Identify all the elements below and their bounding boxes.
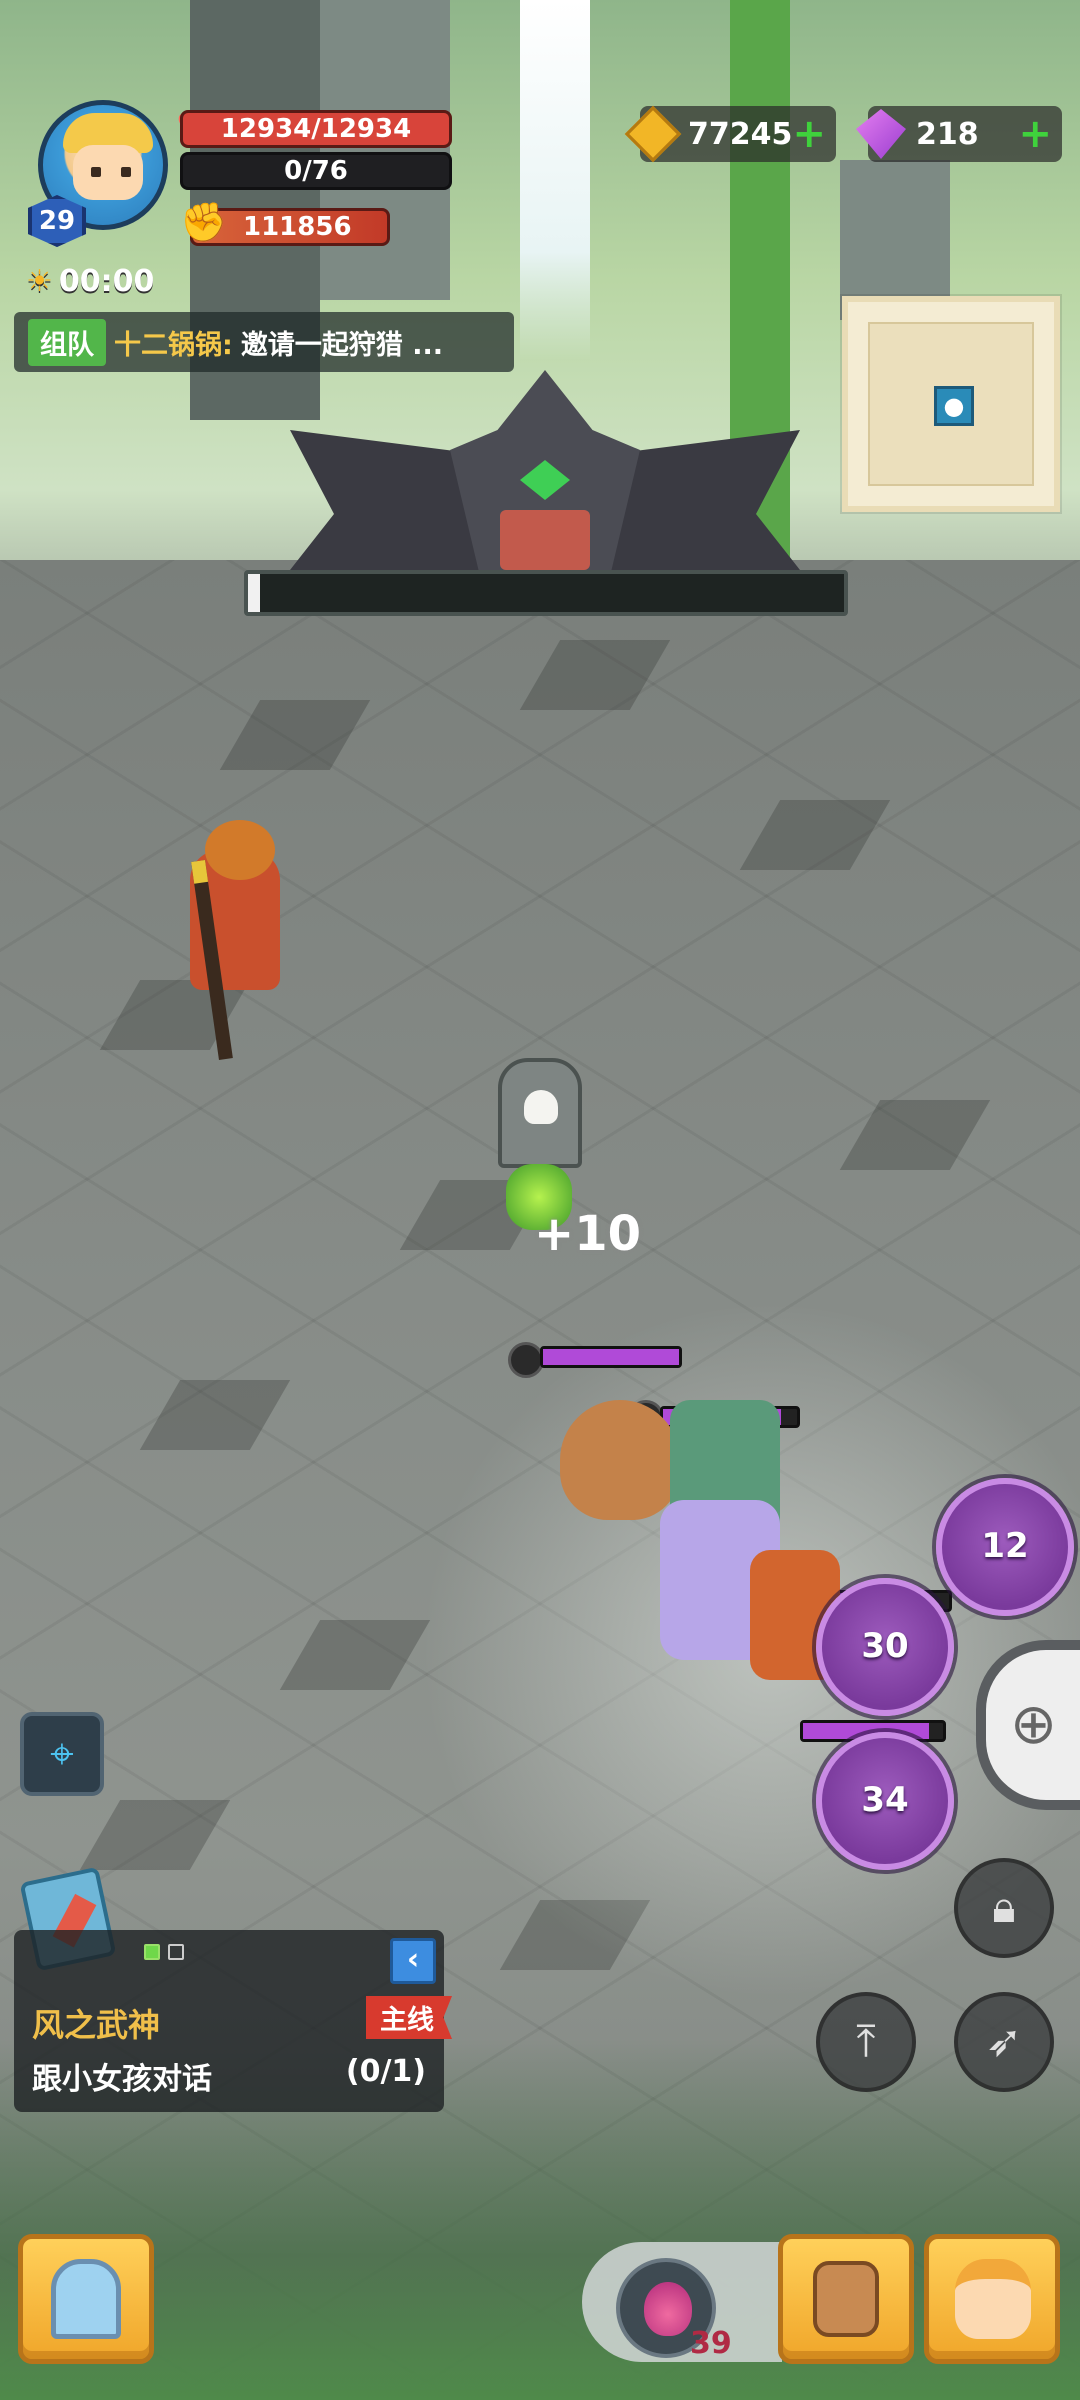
boss-health-fill	[248, 574, 260, 612]
gamepad-icon[interactable]: ⊕	[976, 1640, 1080, 1810]
fist-icon: ✊	[180, 200, 228, 244]
bow-icon[interactable]: ➶	[954, 1992, 1054, 2092]
collapse-quest-button[interactable]: ‹	[390, 1938, 436, 1984]
boss-health-bar	[244, 570, 848, 616]
quest-title: 风之武神	[32, 2006, 161, 2044]
potion-count: 39	[690, 2326, 732, 2361]
water-element-icon	[508, 1342, 544, 1378]
potion-flask-icon	[644, 2282, 692, 2336]
minimap[interactable]: ●	[842, 296, 1060, 512]
gem-amount: 218	[916, 116, 979, 152]
quest-type-tag: 主线	[366, 1996, 452, 2039]
team-tag: 组队	[28, 318, 106, 366]
location-pin-icon[interactable]: ⌖	[20, 1712, 104, 1796]
npc-head	[205, 820, 275, 880]
avatar-eye	[121, 167, 131, 177]
avatar-eye	[91, 167, 101, 177]
map-marker-icon: ●	[934, 386, 974, 426]
game-timer: ☀ 00:00	[26, 264, 154, 299]
energy-bar: 0/76	[180, 152, 452, 190]
hero-portrait-icon	[955, 2259, 1031, 2339]
hero-button[interactable]	[924, 2234, 1060, 2364]
team-invite-banner[interactable]: 组队 十二锅锅: 邀请一起狩猎 ...	[14, 312, 514, 372]
add-gold-button[interactable]: +	[792, 111, 826, 157]
skill-button-2[interactable]: 30	[816, 1578, 954, 1716]
quest-page-dots	[144, 1944, 184, 1960]
gem-counter: 218 +	[856, 106, 1062, 162]
backpack-button[interactable]	[778, 2234, 914, 2364]
team-invite-message: 邀请一起狩猎 ...	[240, 329, 443, 361]
stone-pillar	[320, 0, 450, 300]
sun-icon: ☀	[26, 264, 53, 299]
gold-amount: 77245	[688, 116, 793, 152]
quest-progress: (0/1)	[345, 2054, 426, 2089]
page-dot-active	[144, 1944, 160, 1960]
add-gems-button[interactable]: +	[1018, 111, 1052, 157]
team-inviter-name: 十二锅锅:	[114, 329, 233, 361]
portal-icon	[51, 2259, 121, 2339]
boss-face	[500, 510, 590, 570]
jump-icon[interactable]: ⤒	[816, 1992, 916, 2092]
portal-button[interactable]	[18, 2234, 154, 2364]
skull-tombstone[interactable]	[498, 1058, 582, 1168]
skull-icon	[524, 1090, 558, 1124]
backpack-icon	[813, 2261, 879, 2337]
monkey-king-npc[interactable]	[150, 780, 300, 1061]
quest-tracker[interactable]: ‹ 风之武神 主线 跟小女孩对话 (0/1)	[14, 1930, 452, 2112]
heal-float-text: +10	[534, 1206, 642, 1262]
lock-icon[interactable]: 🔒︎	[954, 1858, 1054, 1958]
player-avatar-frame[interactable]: 29	[28, 100, 168, 247]
quest-objective: 跟小女孩对话	[32, 2062, 212, 2097]
page-dot	[168, 1944, 184, 1960]
waterfall	[520, 0, 590, 360]
avatar-face	[73, 145, 143, 200]
skill-button-1[interactable]: 12	[936, 1478, 1074, 1616]
hp-bar: 12934/12934	[180, 110, 452, 148]
timer-value: 00:00	[58, 264, 155, 299]
skill-button-3[interactable]: 34	[816, 1732, 954, 1870]
gold-counter: 77245 +	[624, 105, 836, 163]
boss-character[interactable]	[290, 370, 800, 590]
